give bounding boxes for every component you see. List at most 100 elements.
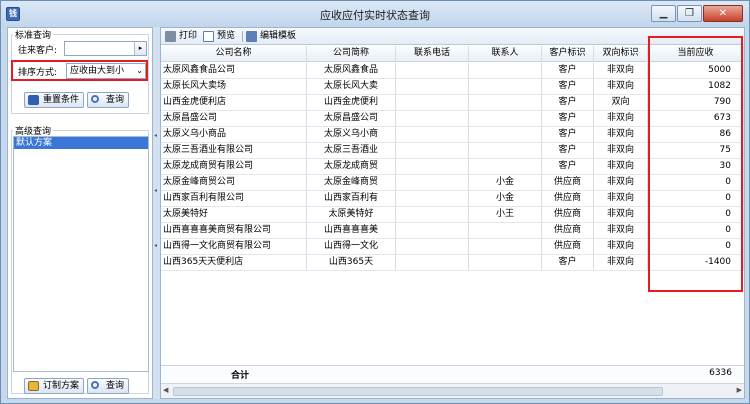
scroll-right-icon[interactable]: ▶ bbox=[737, 386, 742, 394]
cell-phone bbox=[396, 127, 469, 143]
print-button[interactable]: 打印 bbox=[165, 30, 197, 43]
cell-two-way-flag: 非双向 bbox=[594, 239, 648, 255]
customer-label: 往来客户: bbox=[18, 46, 58, 56]
search-icon bbox=[91, 381, 99, 389]
cell-two-way-flag: 非双向 bbox=[594, 63, 648, 79]
cell-customer-flag: 客户 bbox=[542, 63, 594, 79]
collapse-left-icon[interactable]: ◂ bbox=[154, 132, 157, 139]
close-icon: ✕ bbox=[718, 8, 728, 19]
cell-company-name: 山西得一文化商贸有限公司 bbox=[161, 239, 307, 255]
close-button[interactable]: ✕ bbox=[703, 5, 743, 22]
cell-company-name: 太原三吾酒业有限公司 bbox=[161, 143, 307, 159]
cell-company-name: 山西365天天便利店 bbox=[161, 255, 307, 271]
cell-contact: 小金 bbox=[469, 175, 542, 191]
cell-company-name: 太原金峰商贸公司 bbox=[161, 175, 307, 191]
total-value: 6336 bbox=[709, 368, 732, 378]
query-button[interactable]: 查询 bbox=[87, 92, 130, 108]
title-bar: 钱 应收应付实时状态查询 ▁ ❐ ✕ bbox=[1, 1, 749, 27]
cell-short-name: 山西365天 bbox=[307, 255, 396, 271]
query-button-bottom[interactable]: 查询 bbox=[87, 378, 130, 394]
cell-phone bbox=[396, 143, 469, 159]
header-phone[interactable]: 联系电话 bbox=[396, 46, 469, 62]
header-company-name[interactable]: 公司名称 bbox=[161, 46, 307, 62]
cell-contact bbox=[469, 143, 542, 159]
cell-short-name: 山西喜喜喜美 bbox=[307, 223, 396, 239]
cell-contact bbox=[469, 159, 542, 175]
cell-short-name: 太原三吾酒业 bbox=[307, 143, 396, 159]
cell-company-name: 山西家百利有限公司 bbox=[161, 191, 307, 207]
panel-splitter[interactable]: ◂ ◂ ◂ bbox=[153, 27, 160, 399]
cell-customer-flag: 供应商 bbox=[542, 175, 594, 191]
cell-phone bbox=[396, 207, 469, 223]
restore-icon: ❐ bbox=[685, 8, 694, 19]
cell-company-name: 太原义乌小商品 bbox=[161, 127, 307, 143]
cell-two-way-flag: 双向 bbox=[594, 95, 648, 111]
template-icon bbox=[246, 31, 257, 42]
printer-icon bbox=[165, 31, 176, 42]
cell-two-way-flag: 非双向 bbox=[594, 79, 648, 95]
results-panel: 打印 预览 编辑模板 公司名称 公司简称 联系电话 联系人 客户标识 双向标识 当前应收 太原… bbox=[160, 27, 745, 399]
cell-contact bbox=[469, 239, 542, 255]
custom-plan-button[interactable]: 订制方案 bbox=[24, 378, 85, 394]
scroll-thumb[interactable] bbox=[173, 387, 663, 396]
cell-customer-flag: 客户 bbox=[542, 111, 594, 127]
header-two-way-flag[interactable]: 双向标识 bbox=[594, 46, 648, 62]
cell-phone bbox=[396, 239, 469, 255]
cell-short-name: 太原金峰商贸 bbox=[307, 175, 396, 191]
cell-two-way-flag: 非双向 bbox=[594, 143, 648, 159]
cell-customer-flag: 客户 bbox=[542, 143, 594, 159]
cell-customer-flag: 客户 bbox=[542, 255, 594, 271]
cell-customer-flag: 供应商 bbox=[542, 223, 594, 239]
cell-phone bbox=[396, 95, 469, 111]
minimize-button[interactable]: ▁ bbox=[651, 5, 676, 22]
cell-phone bbox=[396, 175, 469, 191]
cell-phone bbox=[396, 255, 469, 271]
sort-select[interactable]: 应收由大到小 ⌄ bbox=[66, 63, 146, 79]
horizontal-scrollbar[interactable]: ◀ ▶ bbox=[161, 383, 744, 398]
cell-short-name: 太原长风大卖 bbox=[307, 79, 396, 95]
cell-contact bbox=[469, 95, 542, 111]
cell-company-name: 山西金虎便利店 bbox=[161, 95, 307, 111]
plan-icon bbox=[28, 381, 39, 391]
cell-two-way-flag: 非双向 bbox=[594, 159, 648, 175]
reset-icon bbox=[28, 95, 39, 105]
cell-contact: 小王 bbox=[469, 207, 542, 223]
customer-picker-icon[interactable]: ▸ bbox=[134, 42, 146, 55]
collapse-left-icon[interactable]: ◂ bbox=[154, 187, 157, 194]
scroll-left-icon[interactable]: ◀ bbox=[163, 386, 168, 394]
cell-short-name: 山西得一文化 bbox=[307, 239, 396, 255]
maximize-button[interactable]: ❐ bbox=[677, 5, 702, 22]
cell-short-name: 山西金虎便利 bbox=[307, 95, 396, 111]
cell-contact: 小金 bbox=[469, 191, 542, 207]
header-customer-flag[interactable]: 客户标识 bbox=[542, 46, 594, 62]
cell-company-name: 太原长风大卖场 bbox=[161, 79, 307, 95]
collapse-left-icon[interactable]: ◂ bbox=[154, 242, 157, 249]
reset-conditions-button[interactable]: 重置条件 bbox=[24, 92, 85, 108]
cell-customer-flag: 客户 bbox=[542, 127, 594, 143]
receivable-highlight-box bbox=[648, 36, 743, 292]
minimize-icon: ▁ bbox=[659, 8, 668, 19]
plan-list[interactable]: 默认方案 bbox=[13, 136, 149, 372]
window-controls: ▁ ❐ ✕ bbox=[650, 5, 743, 22]
cell-phone bbox=[396, 79, 469, 95]
list-item[interactable]: 默认方案 bbox=[14, 137, 148, 149]
sort-label: 排序方式: bbox=[18, 68, 58, 78]
header-contact[interactable]: 联系人 bbox=[469, 46, 542, 62]
cell-customer-flag: 客户 bbox=[542, 79, 594, 95]
cell-customer-flag: 供应商 bbox=[542, 191, 594, 207]
edit-template-button[interactable]: 编辑模板 bbox=[246, 30, 296, 43]
cell-short-name: 太原义乌小商 bbox=[307, 127, 396, 143]
cell-company-name: 太原风鑫食品公司 bbox=[161, 63, 307, 79]
customer-input[interactable]: ▸ bbox=[64, 41, 147, 56]
header-short-name[interactable]: 公司简称 bbox=[307, 46, 396, 62]
total-row: 合计 6336 bbox=[161, 365, 744, 383]
preview-button[interactable]: 预览 bbox=[203, 30, 235, 43]
cell-short-name: 太原风鑫食品 bbox=[307, 63, 396, 79]
cell-short-name: 太原美特好 bbox=[307, 207, 396, 223]
cell-phone bbox=[396, 111, 469, 127]
cell-customer-flag: 客户 bbox=[542, 95, 594, 111]
cell-customer-flag: 客户 bbox=[542, 159, 594, 175]
cell-customer-flag: 供应商 bbox=[542, 239, 594, 255]
cell-company-name: 山西喜喜喜美商贸有限公司 bbox=[161, 223, 307, 239]
cell-phone bbox=[396, 159, 469, 175]
